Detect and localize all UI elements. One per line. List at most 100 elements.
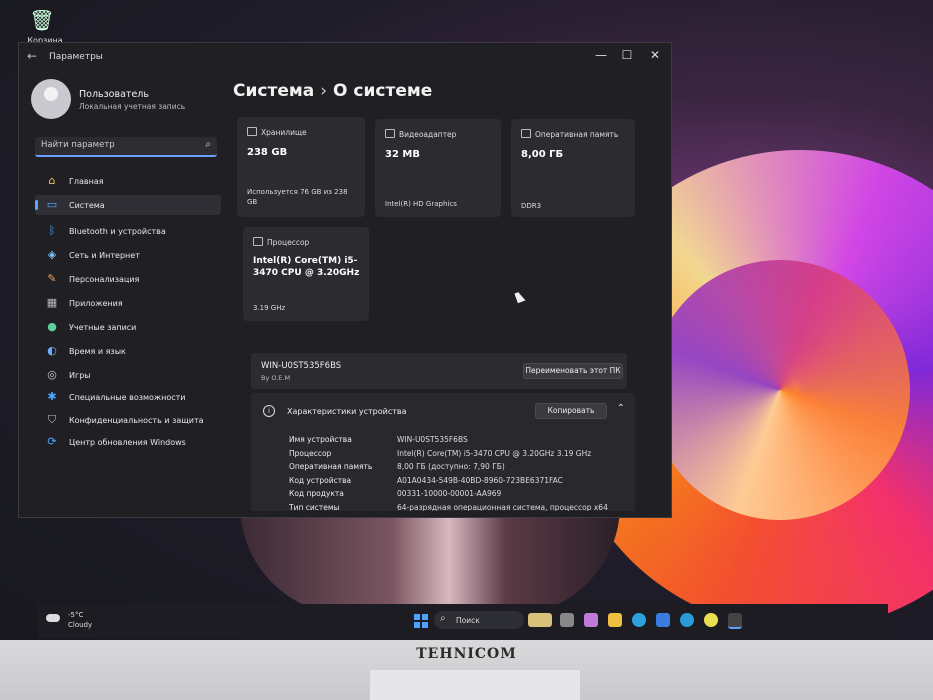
edge-icon[interactable] (632, 613, 646, 627)
maximize-button[interactable]: ☐ (617, 48, 637, 62)
breadcrumb-parent[interactable]: Система (233, 81, 314, 101)
store-icon[interactable] (656, 613, 670, 627)
ram-type: DDR3 (521, 202, 542, 210)
yandex-icon[interactable] (704, 613, 718, 627)
spec-row: Оперативная память 8,00 ГБ (доступно: 7,9… (289, 462, 629, 476)
breadcrumb: Система › О системе (233, 81, 432, 101)
storage-value: 238 GB (247, 147, 288, 158)
spec-value: Intel(R) Core(TM) i5-3470 CPU @ 3.20GHz … (397, 449, 592, 458)
sidebar: Пользователь Локальная учетная запись На… (19, 71, 229, 511)
gpu-card[interactable]: Видеоадаптер 32 MB Intel(R) HD Graphics (375, 119, 501, 217)
spec-value: 8,00 ГБ (доступно: 7,90 ГБ) (397, 462, 505, 471)
spec-row: Тип системы 64-разрядная операционная сис… (289, 503, 629, 511)
sidebar-item-personalization[interactable]: ✎ Персонализация (35, 269, 221, 289)
start-button[interactable] (414, 614, 428, 628)
spec-key: Имя устройства (289, 435, 352, 444)
sidebar-item-system[interactable]: ▭ Система (35, 195, 221, 215)
spec-row: Имя устройства WIN-U0ST535F6BS (289, 435, 629, 449)
chevron-up-icon[interactable]: ⌃ (617, 403, 625, 414)
sidebar-item-windows-update[interactable]: ⟳ Центр обновления Windows (35, 432, 221, 452)
breadcrumb-separator: › (320, 81, 328, 101)
spec-key: Код продукта (289, 489, 344, 498)
gpu-memory-value: 32 MB (385, 149, 420, 160)
bluetooth-icon: ᛒ (48, 224, 56, 237)
sidebar-item-label: Время и язык (69, 347, 126, 356)
search-icon[interactable]: ⌕ (205, 139, 211, 150)
ram-card[interactable]: Оперативная память 8,00 ГБ DDR3 (511, 119, 635, 217)
device-name: WIN-U0ST535F6BS (261, 361, 342, 371)
copy-button[interactable]: Копировать (535, 403, 607, 419)
gpu-icon (385, 129, 395, 138)
cpu-model: Intel(R) Core(TM) i5-3470 CPU @ 3.20GHz (253, 256, 360, 278)
avatar[interactable] (31, 79, 71, 119)
spec-row: Процессор Intel(R) Core(TM) i5-3470 CPU @… (289, 449, 629, 463)
sidebar-item-bluetooth[interactable]: ᛒ Bluetooth и устройства (35, 221, 221, 241)
sidebar-item-label: Сеть и Интернет (69, 251, 140, 260)
sidebar-item-home[interactable]: ⌂ Главная (35, 171, 221, 191)
rename-pc-button[interactable]: Переименовать этот ПК (523, 363, 623, 379)
spec-value: 00331-10000-00001-AA969 (397, 489, 502, 498)
task-view-icon[interactable] (560, 613, 574, 627)
spec-row: Код устройства A01A0434-549B-40BD-8960-72… (289, 476, 629, 490)
file-explorer-icon[interactable] (608, 613, 622, 627)
globe-icon: ◐ (47, 344, 57, 357)
sidebar-item-privacy[interactable]: ⛉ Конфиденциальность и защита (35, 410, 221, 430)
sidebar-item-time-language[interactable]: ◐ Время и язык (35, 341, 221, 361)
recycle-bin-icon[interactable]: 🗑 (28, 8, 56, 38)
sidebar-item-label: Конфиденциальность и защита (69, 416, 204, 425)
weather-condition: Cloudy (68, 621, 93, 629)
device-name-bar: WIN-U0ST535F6BS By O.E.M Переименовать э… (251, 353, 627, 389)
widgets-icon[interactable] (528, 613, 552, 627)
sidebar-item-label: Учетные записи (69, 323, 137, 332)
search-placeholder: Найти параметр (41, 140, 115, 150)
spec-row: Код продукта 00331-10000-00001-AA969 (289, 489, 629, 503)
gamepad-icon: ◎ (47, 368, 57, 381)
system-icon: ▭ (46, 198, 58, 211)
account-type: Локальная учетная запись (79, 102, 186, 111)
sidebar-item-gaming[interactable]: ◎ Игры (35, 365, 221, 385)
minimize-button[interactable]: — (591, 48, 611, 62)
brush-icon: ✎ (47, 272, 57, 285)
close-button[interactable]: ✕ (645, 48, 665, 62)
search-input[interactable]: Найти параметр ⌕ (35, 137, 217, 157)
gpu-card-title: Видеоадаптер (399, 130, 457, 139)
ram-value: 8,00 ГБ (521, 149, 564, 160)
storage-card[interactable]: Хранилище 238 GB Используется 76 GB из 2… (237, 117, 365, 217)
settings-gear-icon[interactable] (728, 613, 742, 629)
back-arrow-icon[interactable]: ← (27, 49, 37, 63)
title-bar[interactable]: ← Параметры — ☐ ✕ (19, 43, 671, 71)
home-icon: ⌂ (48, 174, 56, 187)
sidebar-item-label: Центр обновления Windows (69, 438, 186, 447)
sidebar-item-apps[interactable]: ▦ Приложения (35, 293, 221, 313)
sidebar-item-label: Приложения (69, 299, 123, 308)
cpu-card-title: Процессор (267, 238, 310, 247)
taskbar-search[interactable]: ⌕ Поиск (434, 611, 524, 629)
settings-window: ← Параметры — ☐ ✕ Пользователь Локальная… (18, 42, 672, 518)
screen: 🗑 Корзина ← Параметры — ☐ ✕ Пользователь… (0, 0, 933, 640)
sidebar-item-accessibility[interactable]: ✱ Специальные возможности (35, 387, 221, 407)
shield-icon: ⛉ (47, 413, 57, 426)
network-icon: ◈ (47, 248, 57, 261)
spec-key: Тип системы (289, 503, 340, 511)
ram-icon (521, 129, 531, 138)
spec-key: Код устройства (289, 476, 352, 485)
gpu-name: Intel(R) HD Graphics (385, 200, 457, 208)
cpu-card[interactable]: Процессор Intel(R) Core(TM) i5-3470 CPU … (243, 227, 369, 321)
ram-card-title: Оперативная память (535, 130, 619, 139)
spec-value: A01A0434-549B-40BD-8960-723BE6371FAC (397, 476, 563, 485)
search-icon: ⌕ (440, 613, 446, 624)
telegram-icon[interactable] (680, 613, 694, 627)
sidebar-item-accounts[interactable]: ● Учетные записи (35, 317, 221, 337)
sidebar-item-label: Игры (69, 371, 91, 380)
sidebar-item-label: Система (69, 201, 105, 210)
window-title: Параметры (49, 52, 103, 62)
cpu-speed: 3.19 GHz (253, 304, 286, 312)
sidebar-item-label: Персонализация (69, 275, 140, 284)
page-title: О системе (333, 81, 433, 101)
apps-icon: ▦ (46, 296, 58, 309)
copilot-icon[interactable] (584, 613, 598, 627)
cloud-icon[interactable] (46, 614, 60, 622)
sidebar-item-network[interactable]: ◈ Сеть и Интернет (35, 245, 221, 265)
storage-usage: Используется 76 GB из 238 GB (247, 188, 348, 206)
sidebar-item-label: Главная (69, 177, 104, 186)
